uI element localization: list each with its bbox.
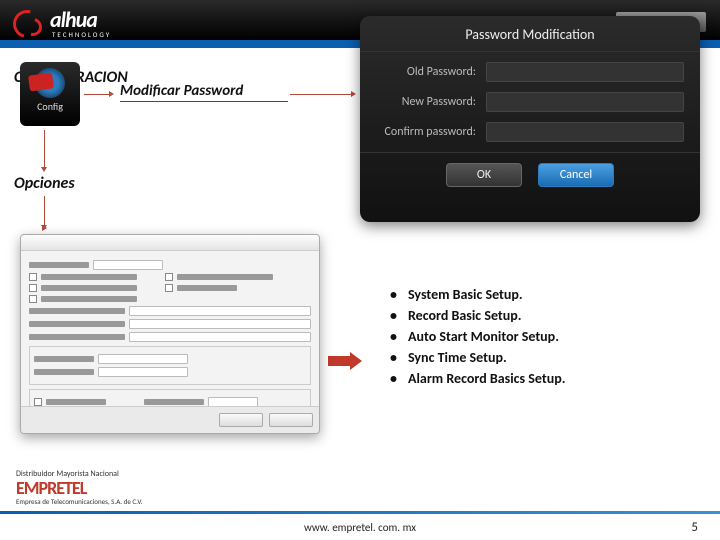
arrow-icon — [290, 94, 354, 95]
modal-button-row: OK Cancel — [360, 152, 700, 197]
logo-subtext: TECHNOLOGY — [52, 30, 111, 39]
distributor-stamp: Distribuidor Mayorista Nacional EMPRETEL… — [16, 469, 142, 506]
confirm-password-input[interactable] — [486, 122, 684, 142]
row-confirm-password: Confirm password: — [376, 122, 684, 142]
list-item: System Basic Setup. — [390, 286, 565, 303]
gear-icon — [35, 68, 65, 98]
heading-modificar: Modificar Password — [120, 82, 243, 100]
underline — [120, 101, 288, 102]
logo-swoosh-icon — [10, 10, 46, 36]
list-item: Record Basic Setup. — [390, 307, 565, 324]
ok-button[interactable]: OK — [446, 163, 522, 187]
modal-title: Password Modification — [360, 16, 700, 52]
options-save-button[interactable] — [219, 413, 263, 427]
options-window — [20, 234, 320, 434]
password-modal: Password Modification Old Password: New … — [360, 16, 700, 222]
arrow-icon — [84, 94, 112, 95]
list-item: Alarm Record Basics Setup. — [390, 370, 565, 387]
config-icon-label: Config — [20, 100, 80, 113]
config-app-icon: Config — [20, 62, 80, 126]
list-item: Sync Time Setup. — [390, 349, 565, 366]
new-password-input[interactable] — [486, 92, 684, 112]
label-confirm-password: Confirm password: — [376, 125, 486, 139]
row-old-password: Old Password: — [376, 62, 684, 82]
label-new-password: New Password: — [376, 95, 486, 109]
label-old-password: Old Password: — [376, 65, 486, 79]
list-item: Auto Start Monitor Setup. — [390, 328, 565, 345]
old-password-input[interactable] — [486, 62, 684, 82]
setup-bullet-list: System Basic Setup. Record Basic Setup. … — [390, 282, 565, 391]
options-buttons — [21, 406, 319, 433]
distributor-line2: Empresa de Telecomunicaciones, S.A. de C… — [16, 497, 142, 506]
heading-opciones: Opciones — [14, 174, 75, 193]
logo-text: alhua — [50, 6, 97, 33]
brand-logo: alhua TECHNOLOGY — [10, 6, 111, 39]
page-number: 5 — [691, 520, 698, 535]
arrow-icon — [44, 196, 45, 228]
arrow-icon — [44, 130, 45, 170]
cancel-button[interactable]: Cancel — [538, 163, 614, 187]
options-cancel-button[interactable] — [269, 413, 313, 427]
footer-url: www. empretel. com. mx — [0, 514, 720, 540]
row-new-password: New Password: — [376, 92, 684, 112]
arrow-icon — [44, 228, 45, 229]
options-titlebar — [21, 235, 319, 251]
distributor-brand: EMPRETEL — [16, 481, 142, 495]
